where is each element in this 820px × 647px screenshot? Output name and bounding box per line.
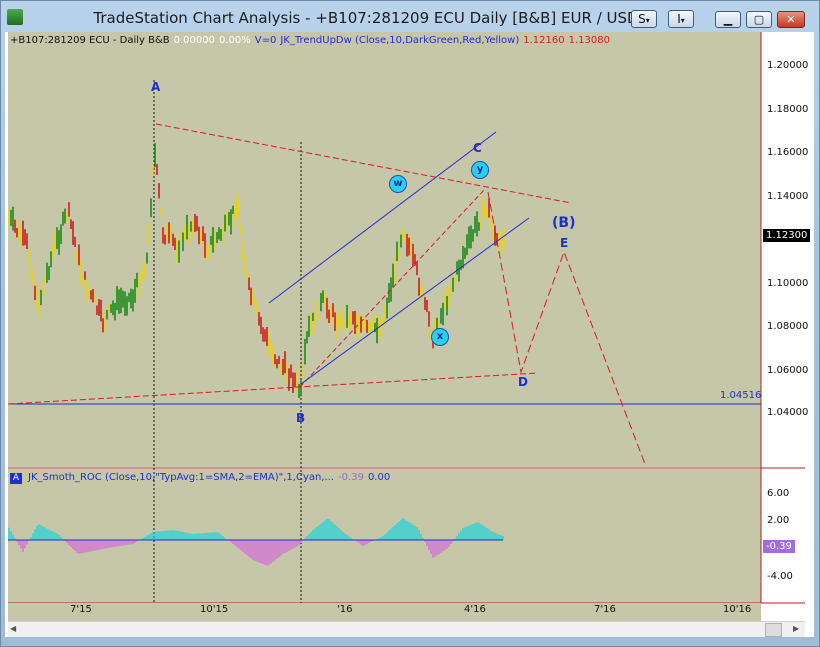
price-tick: 1.18000 [767,104,809,115]
support-level-label: 1.04516 [720,390,762,401]
price-tick: 1.10000 [767,278,809,289]
title-bar: TradeStation Chart Analysis - +B107:2812… [1,1,819,33]
dropdown-arrow-icon: ▾ [680,16,685,25]
close-button[interactable]: ✕ [777,11,805,28]
time-tick: 7'16 [594,604,616,615]
roc-tick: 2.00 [767,515,790,526]
wave-circle-y: y [471,161,489,179]
style-menu-button[interactable]: S▾ [631,10,657,28]
wave-label-c: C [473,141,482,155]
current-price-badge: 1.12300 [763,229,811,242]
indicator-value-1: 1.12160 [523,35,565,46]
price-tick: 1.04000 [767,407,809,418]
window-title: TradeStation Chart Analysis - +B107:2812… [93,9,639,27]
roc-legend: A JK_Smoth_ROC (Close,10,"TypAvg:1=SMA,2=… [10,472,394,484]
roc-value-2: 0.00 [367,472,391,483]
panel-badge[interactable]: A [10,473,22,484]
price-tick: 1.20000 [767,60,809,71]
time-tick: 10'16 [723,604,752,615]
price-tick: 1.14000 [767,191,809,202]
time-tick: '16 [337,604,353,615]
scroll-right-icon[interactable]: ▶ [793,624,803,634]
scroll-thumb[interactable] [765,623,782,637]
minimize-button[interactable]: ▁ [715,11,741,28]
indicator-value-2: 1.13080 [568,35,610,46]
change-pct: 0.00% [219,35,251,46]
time-axis [8,603,761,621]
dropdown-arrow-icon: ▾ [645,16,650,25]
symbol-label: +B107:281209 ECU - Daily B&B [10,35,170,46]
roc-value-1: -0.39 [338,472,364,483]
time-tick: 4'16 [464,604,486,615]
price-tick: 1.08000 [767,321,809,332]
time-tick: 10'15 [200,604,229,615]
wave-label-b: B [296,411,306,425]
insert-menu-button[interactable]: I▾ [668,10,694,28]
scroll-left-icon[interactable]: ◀ [10,624,20,634]
roc-tick: 6.00 [767,488,790,499]
wave-label-e: E [560,236,569,250]
roc-indicator-label[interactable]: JK_Smoth_ROC (Close,10,"TypAvg:1=SMA,2=E… [28,472,334,483]
price-tick: 1.16000 [767,147,809,158]
close-icon: ✕ [786,13,796,26]
s-button-label: S [638,12,646,26]
wave-label-b-paren: (B) [552,215,576,231]
indicator-label[interactable]: JK_TrendUpDw (Close,10,DarkGreen,Red,Yel… [280,35,519,46]
roc-tick: -4.00 [767,571,793,582]
chart-canvas [8,32,805,621]
minimize-icon: ▁ [723,13,733,26]
change-value: 0.00000 [173,35,215,46]
price-panel [8,32,761,467]
wave-circle-w: w [389,175,407,193]
wave-label-d: D [518,375,528,389]
maximize-button[interactable]: ▢ [746,11,772,28]
maximize-icon: ▢ [753,13,765,26]
volume-value: V=0 [254,35,277,46]
wave-circle-x: x [431,328,449,346]
roc-current-badge: -0.39 [763,540,795,553]
horizontal-scrollbar[interactable]: ◀ ▶ [8,621,805,637]
time-tick: 7'15 [70,604,92,615]
wave-label-a: A [151,80,161,94]
price-tick: 1.06000 [767,365,809,376]
top-legend: +B107:281209 ECU - Daily B&B 0.00000 0.00%… [10,35,614,47]
